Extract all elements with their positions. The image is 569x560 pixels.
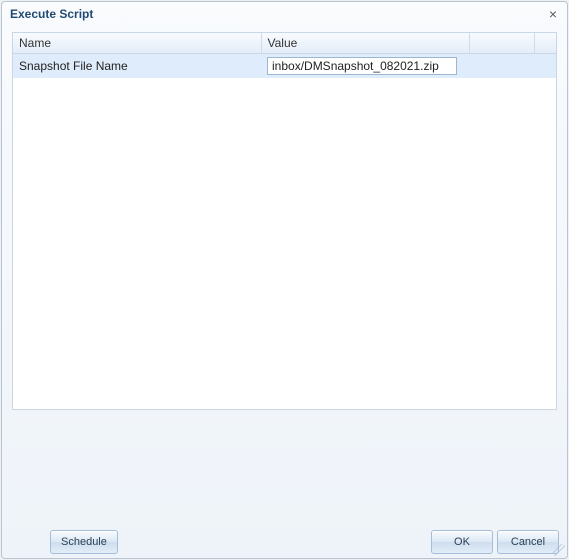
snapshot-file-name-input[interactable] [267, 57, 457, 75]
ok-button[interactable]: OK [431, 530, 493, 554]
col-header-name[interactable]: Name [13, 33, 261, 54]
col-header-blank [469, 33, 534, 54]
col-header-scroll [534, 33, 556, 54]
table-row[interactable]: Snapshot File Name [13, 54, 556, 79]
table-header-row: Name Value [13, 33, 556, 54]
cancel-button[interactable]: Cancel [497, 530, 559, 554]
parameter-panel: Name Value Snapshot File Name [12, 32, 557, 410]
schedule-button[interactable]: Schedule [50, 530, 118, 554]
param-value-cell [261, 54, 469, 79]
execute-script-dialog: Execute Script × Name Value Snapshot Fil… [1, 1, 568, 559]
button-bar: Schedule OK Cancel [2, 526, 567, 558]
title-bar: Execute Script × [2, 2, 567, 26]
param-name-cell: Snapshot File Name [13, 54, 261, 79]
dialog-title: Execute Script [10, 7, 93, 21]
close-icon[interactable]: × [547, 5, 559, 23]
parameter-table: Name Value Snapshot File Name [13, 33, 556, 78]
resize-grip-icon[interactable] [553, 544, 565, 556]
col-header-value[interactable]: Value [261, 33, 469, 54]
